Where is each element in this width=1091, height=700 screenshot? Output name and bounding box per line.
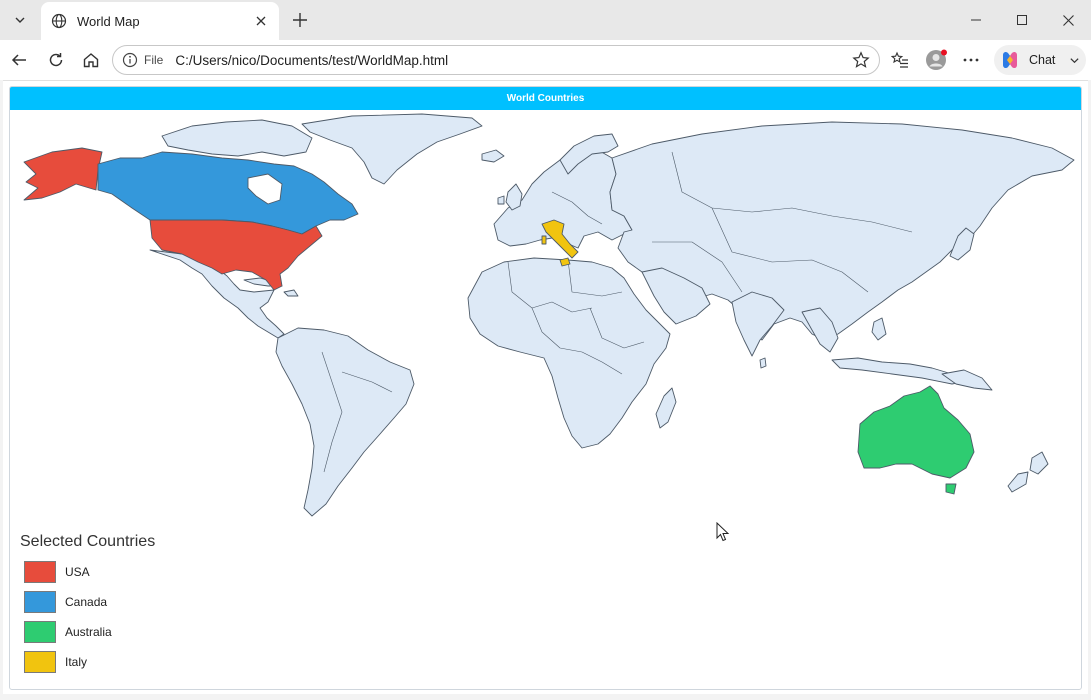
map-header: World Countries <box>10 87 1081 110</box>
info-icon[interactable] <box>122 52 138 68</box>
country-greenland[interactable] <box>301 113 483 185</box>
avatar-icon <box>926 49 947 70</box>
legend-label: USA <box>65 565 90 579</box>
favorite-button[interactable] <box>847 46 875 74</box>
minimize-icon <box>971 19 981 21</box>
legend-swatch <box>24 651 56 673</box>
url-text[interactable]: C:/Users/nico/Documents/test/WorldMap.ht… <box>175 53 847 68</box>
favorites-list-icon <box>891 51 908 68</box>
legend-item-italy: Italy <box>20 647 320 677</box>
maximize-button[interactable] <box>999 0 1045 40</box>
legend-label: Canada <box>65 595 108 609</box>
copilot-icon <box>1003 51 1017 69</box>
new-tab-button[interactable] <box>286 6 314 34</box>
legend-swatch <box>24 621 56 643</box>
close-window-button[interactable] <box>1045 0 1091 40</box>
plus-icon <box>293 13 307 27</box>
back-button[interactable] <box>3 44 35 76</box>
continent-africa[interactable] <box>467 257 671 449</box>
chat-label: Chat <box>1029 53 1056 67</box>
tab-list-button[interactable] <box>5 6 35 34</box>
map-panel: World Countries Selected Countries USA C… <box>9 86 1082 690</box>
home-button[interactable] <box>75 44 107 76</box>
ellipsis-icon <box>963 58 979 62</box>
scheme-label: File <box>144 53 164 67</box>
legend: Selected Countries USA Canada Australia … <box>20 533 320 683</box>
legend-swatch <box>24 591 56 613</box>
country-australia[interactable] <box>857 385 975 479</box>
globe-icon <box>51 13 67 29</box>
continent-south-america[interactable] <box>275 327 415 517</box>
country-italy-sardinia[interactable] <box>541 235 547 245</box>
legend-title: Selected Countries <box>20 533 156 550</box>
country-sri-lanka[interactable] <box>759 357 767 369</box>
legend-label: Australia <box>65 625 112 639</box>
arrow-left-icon <box>11 54 26 66</box>
country-ireland[interactable] <box>497 195 505 205</box>
country-australia-tasmania[interactable] <box>945 483 957 495</box>
country-iceland[interactable] <box>481 149 505 163</box>
address-bar[interactable]: File C:/Users/nico/Documents/test/WorldM… <box>112 45 880 75</box>
close-icon <box>256 16 266 26</box>
browser-toolbar: File C:/Users/nico/Documents/test/WorldM… <box>0 40 1091 80</box>
close-icon <box>1062 14 1074 26</box>
page-content: World Countries Selected Countries USA C… <box>3 80 1088 694</box>
maximize-icon <box>1017 15 1027 25</box>
profile-button[interactable] <box>920 44 952 76</box>
home-icon <box>83 53 99 68</box>
country-usa-alaska[interactable] <box>23 147 103 201</box>
country-madagascar[interactable] <box>655 387 677 429</box>
title-bar: World Map <box>0 0 1091 40</box>
chevron-down-icon[interactable] <box>1069 55 1080 66</box>
tab-title: World Map <box>77 13 140 29</box>
tab-close-button[interactable] <box>249 9 273 33</box>
chevron-down-icon <box>15 17 25 23</box>
country-caribbean[interactable] <box>283 289 299 297</box>
map-title: World Countries <box>506 93 585 104</box>
minimize-button[interactable] <box>953 0 999 40</box>
legend-item-australia: Australia <box>20 617 320 647</box>
more-options-button[interactable] <box>955 44 987 76</box>
legend-label: Italy <box>65 655 88 669</box>
legend-item-usa: USA <box>20 557 320 587</box>
country-new-zealand-south[interactable] <box>1007 471 1029 493</box>
chat-button[interactable]: Chat <box>994 45 1086 75</box>
reload-icon <box>49 53 63 67</box>
legend-item-canada: Canada <box>20 587 320 617</box>
country-philippines[interactable] <box>871 317 887 341</box>
region-arctic-islands[interactable] <box>161 119 313 157</box>
country-italy-sicily[interactable] <box>559 257 571 267</box>
country-uk[interactable] <box>505 183 523 211</box>
browser-tab[interactable]: World Map <box>41 2 279 40</box>
world-map[interactable] <box>12 112 1079 527</box>
star-icon <box>852 51 870 68</box>
favorites-button[interactable] <box>884 44 916 76</box>
legend-swatch <box>24 561 56 583</box>
reload-button[interactable] <box>40 44 72 76</box>
mouse-cursor-icon <box>716 522 730 542</box>
country-new-zealand[interactable] <box>1029 451 1049 475</box>
country-india[interactable] <box>731 291 785 357</box>
